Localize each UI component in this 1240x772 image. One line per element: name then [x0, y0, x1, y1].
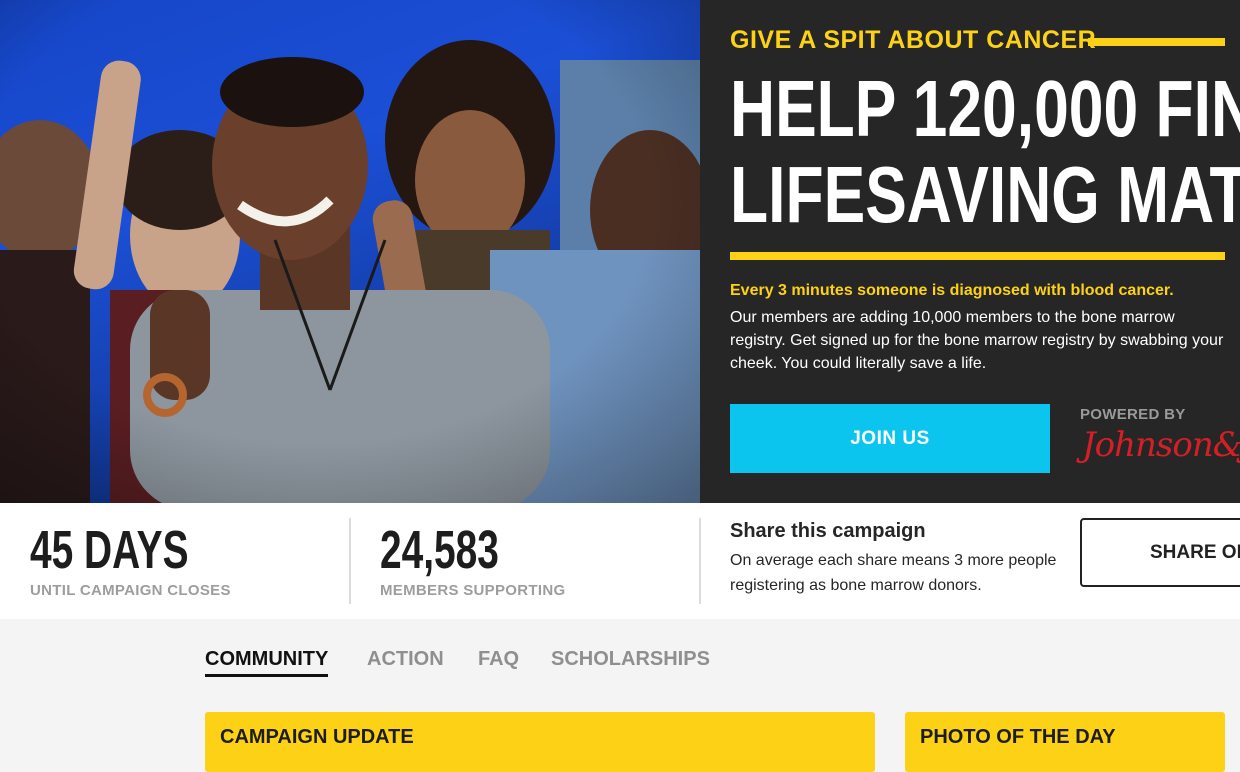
- hero-photo: [0, 0, 700, 503]
- photo-of-the-day-card: PHOTO OF THE DAY: [905, 712, 1225, 772]
- share-description: On average each share means 3 more peopl…: [730, 552, 1057, 594]
- tab-scholarships[interactable]: SCHOLARSHIPS: [551, 648, 710, 671]
- stat-divider: [699, 518, 701, 604]
- group-celebration-photo: [0, 0, 700, 503]
- share-title: Share this campaign: [730, 520, 926, 542]
- photo-of-the-day-title: PHOTO OF THE DAY: [920, 726, 1116, 748]
- days-remaining-stat: 45 DAYS UNTIL CAMPAIGN CLOSES: [0, 503, 350, 619]
- eyebrow-rule: [1088, 38, 1225, 46]
- campaign-stat-line: Every 3 minutes someone is diagnosed wit…: [730, 282, 1174, 299]
- days-remaining-label: UNTIL CAMPAIGN CLOSES: [30, 582, 231, 599]
- campaign-update-title: CAMPAIGN UPDATE: [220, 726, 414, 748]
- hero-section: GIVE A SPIT ABOUT CANCER HELP 120,000 FI…: [0, 0, 1240, 503]
- headline-line-2: LIFESAVING MATCH: [730, 150, 1240, 239]
- campaign-headline: HELP 120,000 FIND A LIFESAVING MATCH: [730, 64, 1240, 239]
- days-remaining-value: 45 DAYS: [30, 520, 189, 580]
- members-stat: 24,583 MEMBERS SUPPORTING: [350, 503, 700, 619]
- members-value: 24,583: [380, 520, 499, 580]
- campaign-description: Our members are adding 10,000 members to…: [730, 309, 1224, 372]
- powered-by-label: POWERED BY: [1080, 406, 1186, 423]
- share-facebook-button[interactable]: SHARE ON FACEBOOK: [1080, 518, 1240, 587]
- campaign-stats-bar: 45 DAYS UNTIL CAMPAIGN CLOSES 24,583 MEM…: [0, 503, 1240, 619]
- hero-panel: GIVE A SPIT ABOUT CANCER HELP 120,000 FI…: [700, 0, 1240, 503]
- members-label: MEMBERS SUPPORTING: [380, 582, 566, 599]
- join-us-button[interactable]: JOIN US: [730, 404, 1050, 473]
- tab-faq[interactable]: FAQ: [478, 648, 519, 671]
- headline-line-1: HELP 120,000 FIND A: [730, 64, 1240, 153]
- sponsor-logo[interactable]: Johnson&Johnson: [1082, 425, 1240, 465]
- headline-rule: [730, 252, 1225, 260]
- campaign-eyebrow: GIVE A SPIT ABOUT CANCER: [730, 26, 1097, 54]
- campaign-update-card: CAMPAIGN UPDATE: [205, 712, 875, 772]
- tab-action[interactable]: ACTION: [367, 648, 444, 671]
- tab-community[interactable]: COMMUNITY: [205, 648, 329, 677]
